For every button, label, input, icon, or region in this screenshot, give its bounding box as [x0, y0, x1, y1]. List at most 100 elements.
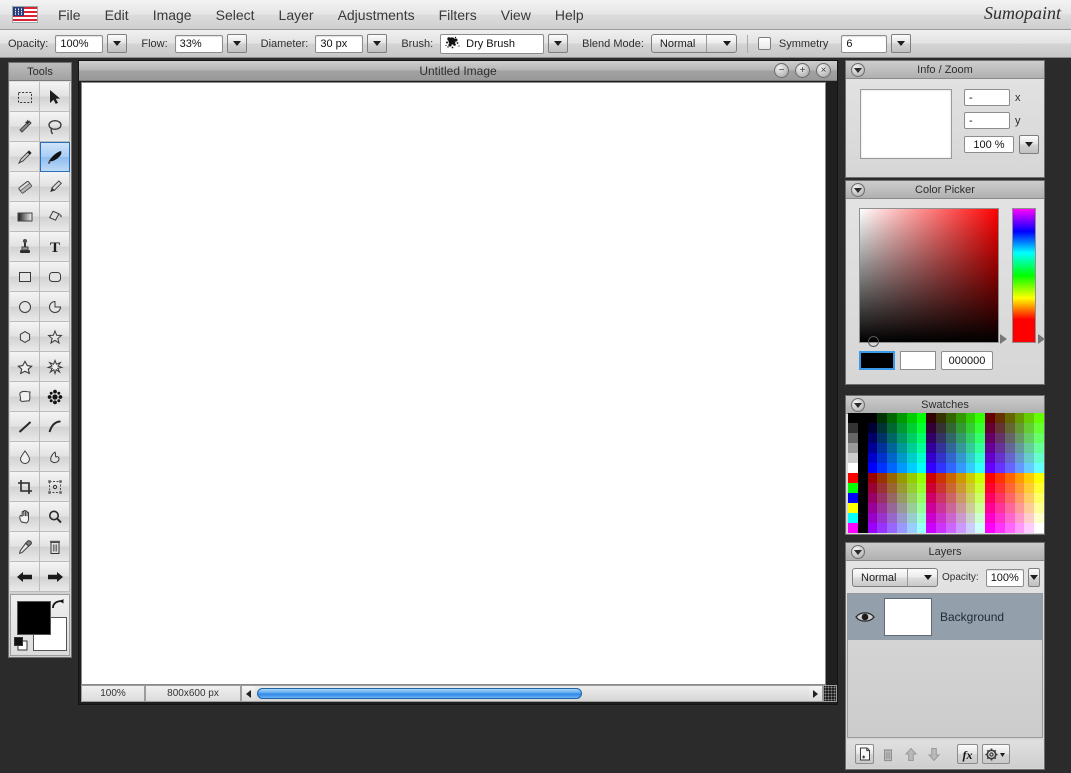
star5-tool[interactable]: [10, 352, 40, 382]
color-swatch[interactable]: [995, 443, 1005, 453]
maximize-icon[interactable]: +: [795, 63, 810, 78]
reset-colors-icon[interactable]: [14, 637, 28, 651]
color-swatch[interactable]: [877, 503, 887, 513]
color-swatch[interactable]: [877, 473, 887, 483]
color-swatch[interactable]: [975, 463, 985, 473]
transform-tool[interactable]: [40, 472, 70, 502]
color-swatch[interactable]: [1034, 473, 1044, 483]
color-swatch[interactable]: [877, 463, 887, 473]
color-swatch[interactable]: [1005, 523, 1015, 533]
color-swatch[interactable]: [995, 473, 1005, 483]
color-swatch[interactable]: [877, 493, 887, 503]
color-swatch[interactable]: [1015, 513, 1025, 523]
image-window-titlebar[interactable]: Untitled Image − + ×: [79, 61, 837, 81]
color-swatch[interactable]: [907, 463, 917, 473]
brush-preview[interactable]: Dry Brush: [440, 34, 544, 54]
color-swatch[interactable]: [936, 423, 946, 433]
scroll-right-icon[interactable]: [809, 686, 822, 701]
flower-tool[interactable]: [40, 352, 70, 382]
color-swatch[interactable]: [985, 413, 995, 423]
menu-help[interactable]: Help: [543, 4, 596, 26]
canvas-zoom-status[interactable]: 100%: [81, 685, 145, 702]
color-swatch[interactable]: [877, 423, 887, 433]
color-swatch[interactable]: [975, 453, 985, 463]
color-swatch[interactable]: [1024, 453, 1034, 463]
color-swatch[interactable]: [848, 423, 858, 433]
color-swatch[interactable]: [1024, 413, 1034, 423]
color-swatch[interactable]: [897, 413, 907, 423]
move-layer-up-button[interactable]: [901, 744, 920, 764]
color-swatch[interactable]: [917, 513, 927, 523]
color-swatch[interactable]: [887, 493, 897, 503]
flow-dropdown-button[interactable]: [227, 34, 247, 53]
color-swatch[interactable]: [858, 423, 868, 433]
opacity-input[interactable]: 100%: [55, 35, 103, 53]
color-swatch[interactable]: [956, 433, 966, 443]
color-swatch[interactable]: [1024, 473, 1034, 483]
color-swatch[interactable]: [956, 503, 966, 513]
color-swatch[interactable]: [868, 453, 878, 463]
color-swatch[interactable]: [917, 443, 927, 453]
color-swatch[interactable]: [995, 423, 1005, 433]
color-swatch[interactable]: [985, 433, 995, 443]
smudge-tool[interactable]: [40, 442, 70, 472]
color-swatch[interactable]: [936, 483, 946, 493]
color-swatch[interactable]: [1005, 423, 1015, 433]
color-swatch[interactable]: [966, 423, 976, 433]
opacity-dropdown-button[interactable]: [107, 34, 127, 53]
menu-filters[interactable]: Filters: [427, 4, 489, 26]
color-swatch[interactable]: [975, 423, 985, 433]
color-swatch[interactable]: [858, 433, 868, 443]
color-swatch[interactable]: [907, 523, 917, 533]
color-swatch[interactable]: [975, 493, 985, 503]
snowflake-tool[interactable]: [40, 382, 70, 412]
color-swatch[interactable]: [887, 463, 897, 473]
color-swatch[interactable]: [946, 453, 956, 463]
color-swatch[interactable]: [926, 483, 936, 493]
symmetry-checkbox[interactable]: [758, 37, 771, 50]
color-swatch[interactable]: [1005, 513, 1015, 523]
color-swatch[interactable]: [848, 463, 858, 473]
ellipse-tool[interactable]: [10, 292, 40, 322]
color-swatch[interactable]: [995, 503, 1005, 513]
color-swatch[interactable]: [966, 503, 976, 513]
color-swatch[interactable]: [897, 473, 907, 483]
us-flag-icon[interactable]: [12, 6, 38, 23]
color-swatch[interactable]: [868, 443, 878, 453]
trash-tool[interactable]: [40, 532, 70, 562]
color-swatch[interactable]: [936, 513, 946, 523]
color-swatch[interactable]: [868, 493, 878, 503]
menu-view[interactable]: View: [489, 4, 543, 26]
color-swatch[interactable]: [956, 473, 966, 483]
hex-color-input[interactable]: 000000: [941, 351, 993, 370]
curve-tool[interactable]: [40, 412, 70, 442]
color-swatch[interactable]: [1034, 433, 1044, 443]
menu-layer[interactable]: Layer: [267, 4, 326, 26]
minimize-icon[interactable]: −: [774, 63, 789, 78]
color-swatch[interactable]: [1024, 463, 1034, 473]
zoom-level-input[interactable]: 100 %: [964, 136, 1014, 153]
color-swatch[interactable]: [858, 413, 868, 423]
color-swatch[interactable]: [985, 523, 995, 533]
color-swatch[interactable]: [858, 453, 868, 463]
arrow-left-tool[interactable]: [10, 562, 40, 592]
info-y-input[interactable]: -: [964, 112, 1010, 129]
color-swatch[interactable]: [1024, 483, 1034, 493]
color-swatch[interactable]: [966, 493, 976, 503]
color-swatch[interactable]: [975, 523, 985, 533]
color-swatch[interactable]: [877, 453, 887, 463]
color-swatch[interactable]: [956, 483, 966, 493]
color-swatch[interactable]: [907, 423, 917, 433]
lasso-tool[interactable]: [40, 112, 70, 142]
color-swatch[interactable]: [858, 523, 868, 533]
color-swatch[interactable]: [966, 523, 976, 533]
color-swatch[interactable]: [995, 453, 1005, 463]
color-swatch[interactable]: [1034, 413, 1044, 423]
color-swatch[interactable]: [936, 463, 946, 473]
menu-adjustments[interactable]: Adjustments: [326, 4, 427, 26]
color-swatch[interactable]: [907, 443, 917, 453]
color-swatch[interactable]: [936, 433, 946, 443]
color-swatch[interactable]: [897, 493, 907, 503]
color-swatch[interactable]: [926, 423, 936, 433]
color-swatch[interactable]: [936, 413, 946, 423]
